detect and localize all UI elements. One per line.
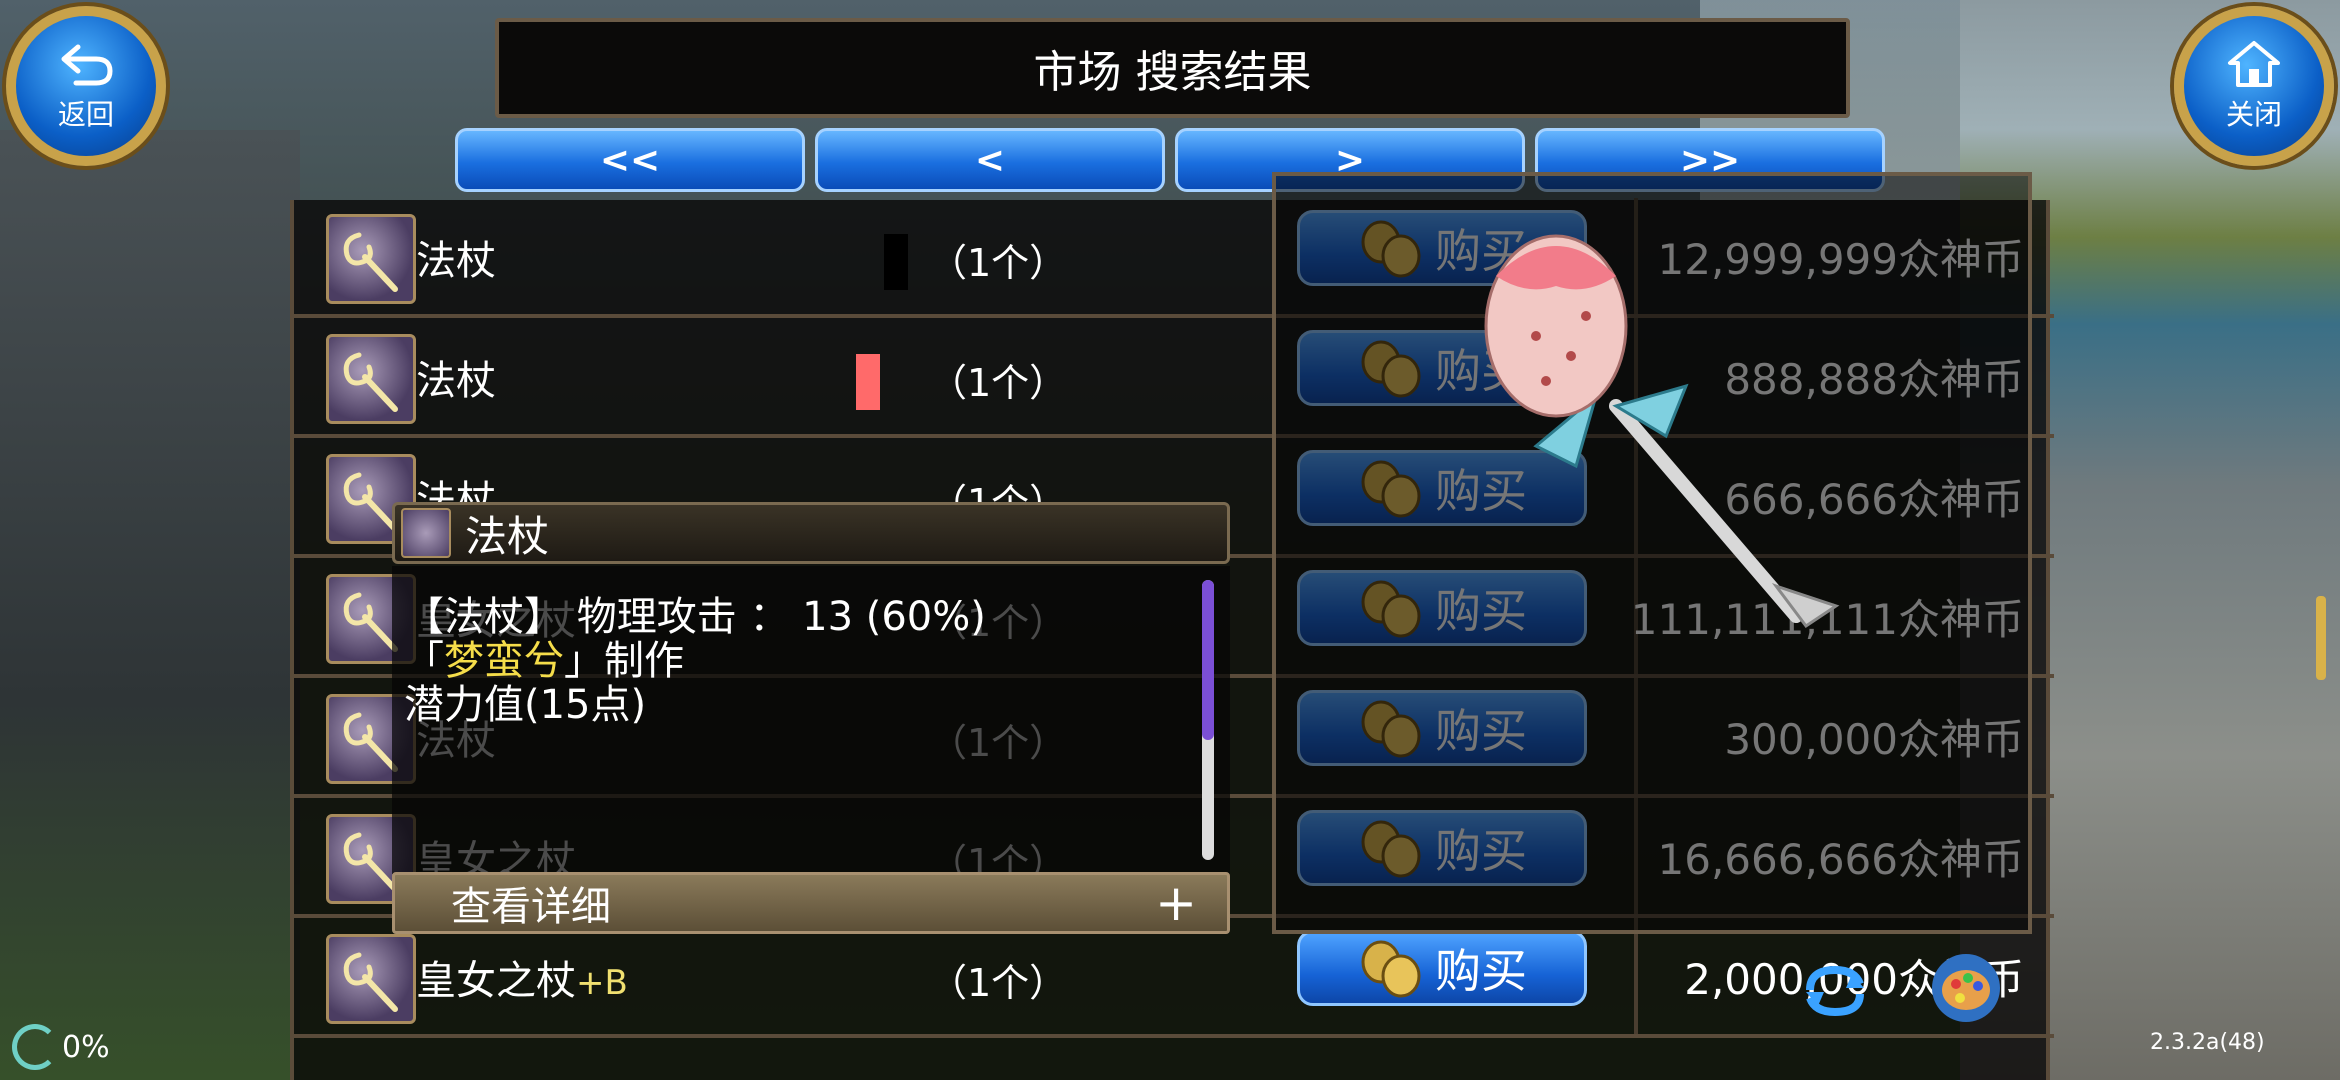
background-wall [0, 130, 300, 1080]
item-name: 皇女之杖+B [416, 948, 628, 1006]
market-row[interactable]: 皇女之杖+B （1个） 购买 2,000,000众神币 [294, 918, 2054, 1038]
item-name-text: 法杖 [416, 358, 496, 404]
loading-status: 0% [12, 1024, 110, 1070]
item-name: 法杖 [416, 348, 496, 406]
staff-icon [326, 334, 416, 424]
tooltip-title: 法杖 [465, 511, 550, 561]
back-button[interactable]: 返回 [6, 6, 166, 166]
tooltip-potential-line: 潜力值(15点) [404, 682, 647, 728]
palette-icon[interactable] [1930, 952, 2002, 1024]
coin-icon [1361, 940, 1421, 998]
staff-icon [326, 934, 416, 1024]
item-plus-label: +B [576, 963, 628, 1003]
prev-page-button[interactable]: < [815, 128, 1165, 192]
first-page-button[interactable]: << [455, 128, 805, 192]
back-button-label: 返回 [57, 98, 114, 131]
item-quantity: （1个） [929, 961, 1068, 1005]
item-tooltip-header: 法杖 [392, 502, 1230, 564]
color-mark [856, 354, 880, 410]
version-label: 2.3.2a(48) [2150, 1030, 2265, 1055]
loading-ring-icon [12, 1024, 58, 1070]
buy-button[interactable]: 购买 [1297, 930, 1587, 1006]
staff-preview-image [1484, 234, 1840, 629]
item-quantity: （1个） [929, 361, 1068, 405]
back-arrow-icon [61, 44, 113, 86]
loading-percent: 0% [62, 1029, 110, 1065]
color-mark [884, 234, 908, 290]
item-tooltip-body: 【法杖】 物理攻击 ： 13 (60%) 「梦蛮兮」制作 潜力值(15点) [392, 566, 1230, 874]
staff-icon [326, 214, 416, 304]
close-button[interactable]: 关闭 [2174, 6, 2334, 166]
title-bar: 市场 搜索结果 [495, 18, 1850, 118]
item-quantity: （1个） [929, 241, 1068, 285]
buy-button-label: 购买 [1435, 944, 1527, 998]
page-title: 市场 搜索结果 [1033, 47, 1312, 98]
item-preview-panel [1272, 172, 2032, 934]
item-name-text: 皇女之杖 [416, 958, 576, 1004]
staff-icon [401, 508, 451, 558]
refresh-icon[interactable] [1800, 960, 1870, 1020]
column-divider [1634, 918, 1638, 1034]
item-name-text: 法杖 [416, 238, 496, 284]
close-button-label: 关闭 [2225, 98, 2282, 131]
home-icon [2228, 41, 2280, 87]
view-details-label: 查看详细 [451, 884, 611, 930]
view-details-button[interactable]: 查看详细 + [392, 872, 1230, 934]
item-name: 法杖 [416, 228, 496, 286]
side-drawer-handle[interactable] [2316, 596, 2326, 680]
expand-plus-icon: + [1155, 874, 1197, 932]
tooltip-scrollbar-thumb[interactable] [1202, 580, 1214, 740]
